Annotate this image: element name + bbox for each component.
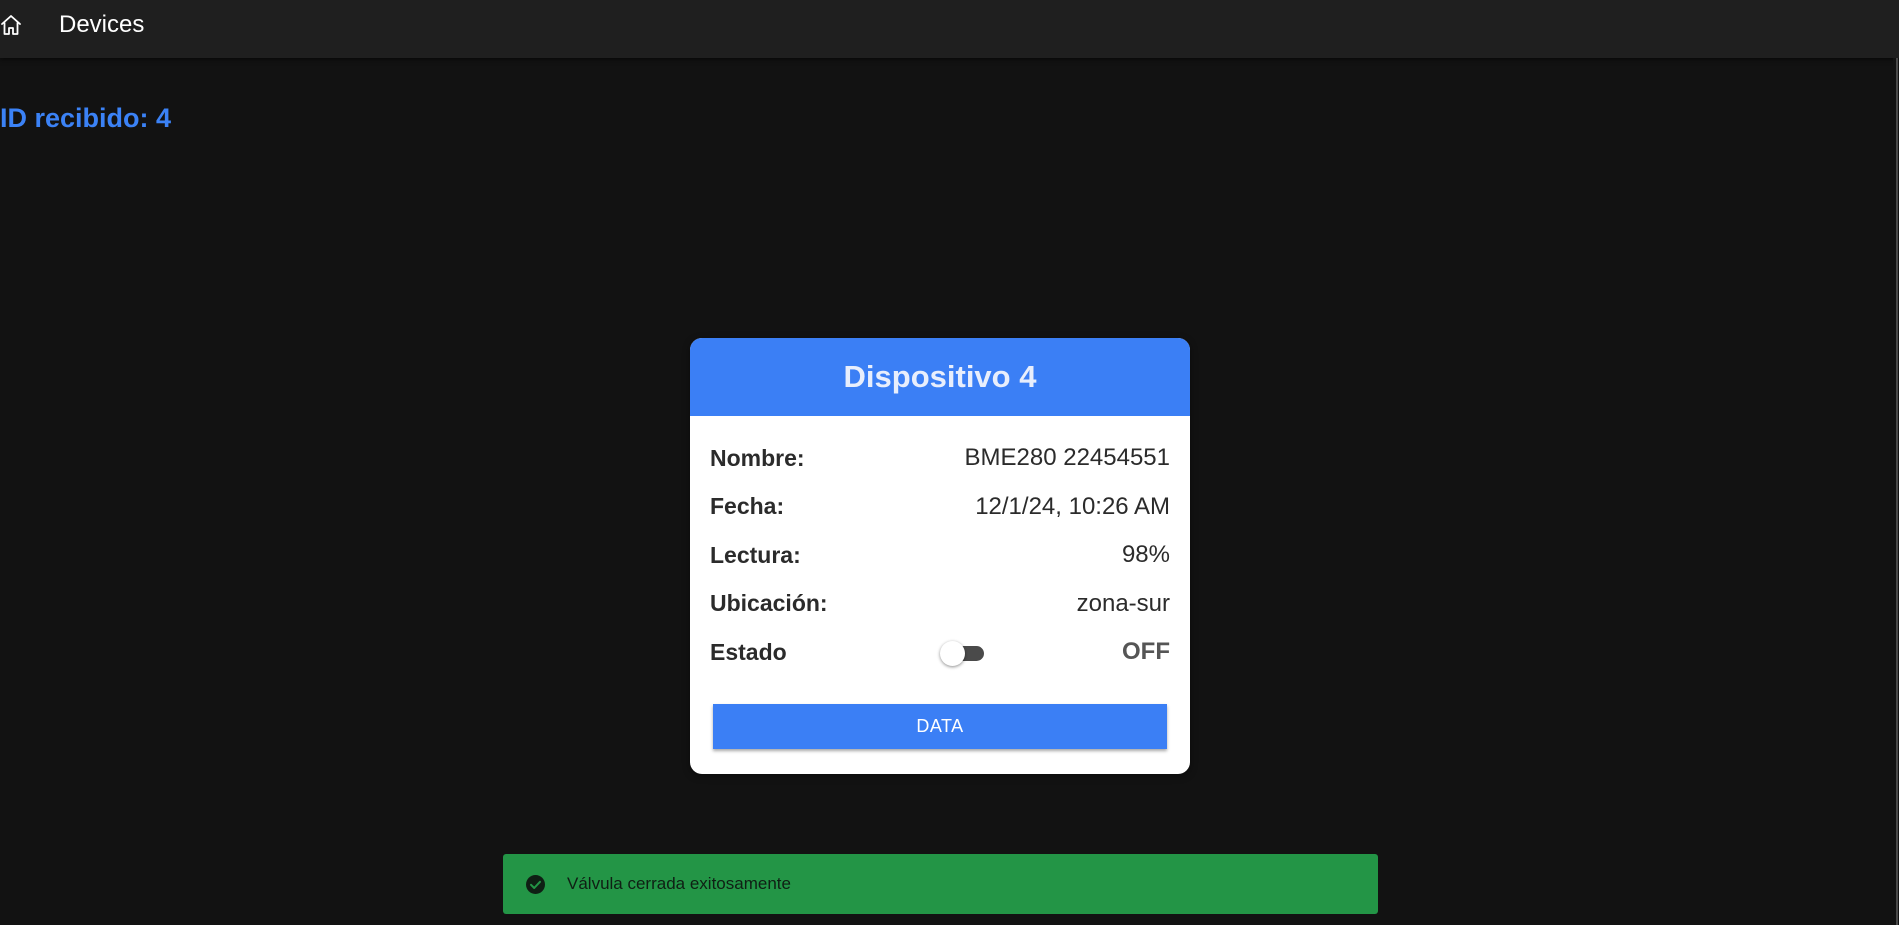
check-circle-icon <box>526 875 545 894</box>
row-estado: Estado OFF <box>710 628 1170 677</box>
row-nombre: Nombre: BME280 22454551 <box>710 434 1170 483</box>
card-header: Dispositivo 4 <box>690 338 1190 416</box>
nombre-label: Nombre: <box>710 444 805 471</box>
device-card: Dispositivo 4 Nombre: BME280 22454551 Fe… <box>690 338 1190 774</box>
toolbar-title: Devices <box>59 11 145 38</box>
success-snackbar: Válvula cerrada exitosamente <box>503 854 1378 914</box>
row-ubicacion: Ubicación: zona-sur <box>710 580 1170 629</box>
estado-label: Estado <box>710 638 787 665</box>
home-button[interactable] <box>0 12 22 38</box>
lectura-label: Lectura: <box>710 541 801 568</box>
top-toolbar: Devices <box>0 0 1899 58</box>
snackbar-message: Válvula cerrada exitosamente <box>567 874 791 893</box>
ubicacion-value: zona-sur <box>1076 589 1170 617</box>
card-title: Dispositivo 4 <box>843 359 1037 394</box>
data-button[interactable]: DATA <box>713 704 1167 749</box>
device-details: Nombre: BME280 22454551 Fecha: 12/1/24, … <box>690 416 1190 677</box>
estado-value: OFF <box>1122 638 1170 666</box>
fecha-label: Fecha: <box>710 493 785 520</box>
estado-toggle[interactable] <box>940 641 984 666</box>
home-icon <box>1 15 21 35</box>
fecha-value: 12/1/24, 10:26 AM <box>975 492 1170 520</box>
row-lectura: Lectura: 98% <box>710 531 1170 580</box>
ubicacion-label: Ubicación: <box>710 590 828 617</box>
lectura-value: 98% <box>1121 541 1170 569</box>
nombre-value: BME280 22454551 <box>964 444 1171 472</box>
received-id-heading: ID recibido: 4 <box>0 103 172 133</box>
toggle-knob <box>940 641 965 666</box>
scrollbar-thumb[interactable] <box>1896 58 1898 925</box>
row-fecha: Fecha: 12/1/24, 10:26 AM <box>710 483 1170 532</box>
